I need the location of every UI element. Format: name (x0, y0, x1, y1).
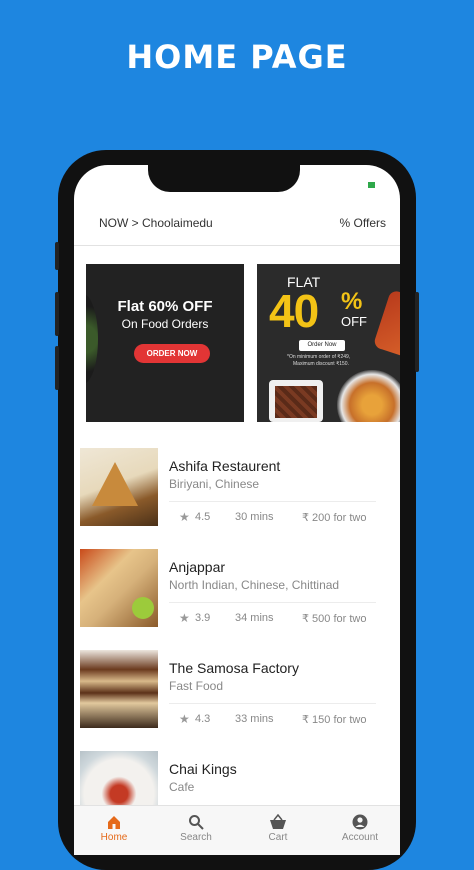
banner-title: Flat 60% OFF (117, 298, 213, 315)
banner-bowl-image (337, 370, 400, 422)
restaurant-name: Ashifa Restaurent (169, 458, 281, 474)
location-selector[interactable]: NOW > Choolaimedu (99, 216, 213, 230)
restaurant-cuisine: North Indian, Chinese, Chittinad (169, 578, 340, 592)
home-icon (84, 814, 144, 832)
restaurant-thumbnail (80, 650, 158, 728)
delivery-time: 30 mins (235, 511, 274, 523)
banner-discount-number: 40 (269, 285, 319, 337)
tab-search[interactable]: Search (166, 814, 226, 843)
tab-label: Search (180, 832, 212, 843)
offers-link[interactable]: % Offers (340, 216, 386, 230)
banner-fine-print: *On minimum order of ₹249, (287, 354, 351, 360)
restaurant-meta: ★ 3.9 34 mins ₹ 500 for two (169, 602, 376, 627)
restaurant-name: The Samosa Factory (169, 660, 299, 676)
banner-subtitle: On Food Orders (121, 317, 209, 331)
phone-side-button (55, 242, 59, 270)
delivery-time: 34 mins (235, 612, 274, 624)
cart-icon (248, 813, 308, 832)
promo-banner-40[interactable]: FLAT 40 % OFF Order Now *On minimum orde… (257, 264, 400, 422)
restaurant-card[interactable]: Anjappar North Indian, Chinese, Chittina… (80, 549, 394, 639)
price-for-two: ₹ 150 for two (302, 714, 367, 726)
account-icon (330, 814, 390, 832)
phone-volume-up (55, 292, 59, 336)
battery-icon (368, 182, 375, 188)
restaurant-thumbnail (80, 448, 158, 526)
phone-volume-down (55, 346, 59, 390)
tab-home[interactable]: Home (84, 814, 144, 843)
banner-fine-print: Maximum discount ₹150. (293, 361, 349, 367)
tab-cart[interactable]: Cart (248, 813, 308, 843)
delivery-time: 33 mins (235, 713, 274, 725)
order-now-button[interactable]: ORDER NOW (134, 344, 210, 363)
tab-label: Account (341, 832, 379, 843)
order-now-button[interactable]: Order Now (299, 340, 345, 351)
banner-off-label: OFF (341, 314, 367, 329)
price-for-two: ₹ 500 for two (302, 613, 367, 625)
banner-percent: % (341, 288, 363, 315)
restaurant-card[interactable]: The Samosa Factory Fast Food ★ 4.3 33 mi… (80, 650, 394, 740)
restaurant-meta: ★ 4.3 33 mins ₹ 150 for two (169, 703, 376, 728)
banner-plate-food (275, 386, 317, 418)
price-for-two: ₹ 200 for two (302, 512, 367, 524)
restaurant-rating: 4.3 (195, 713, 211, 725)
tab-label: Home (100, 832, 128, 843)
banner-dish-image (372, 289, 400, 359)
top-bar: NOW > Choolaimedu % Offers (74, 205, 400, 246)
restaurant-rating: 4.5 (195, 511, 211, 523)
restaurant-cuisine: Fast Food (169, 679, 224, 693)
restaurant-cuisine: Biriyani, Chinese (169, 477, 260, 491)
star-icon: ★ (179, 510, 190, 524)
tab-account[interactable]: Account (330, 814, 390, 843)
restaurant-cuisine: Cafe (169, 780, 195, 794)
bottom-tab-bar: Home Search Cart Account (74, 805, 400, 855)
promo-banner-60[interactable]: Flat 60% OFF On Food Orders ORDER NOW (86, 264, 244, 422)
restaurant-rating: 3.9 (195, 612, 211, 624)
app-screen: NOW > Choolaimedu % Offers Flat 60% OFF … (74, 165, 400, 855)
page-heading: HOME PAGE (126, 38, 348, 76)
star-icon: ★ (179, 611, 190, 625)
search-icon (166, 814, 226, 832)
restaurant-meta: ★ 4.5 30 mins ₹ 200 for two (169, 501, 376, 526)
restaurant-name: Chai Kings (169, 761, 237, 777)
restaurant-card[interactable]: Ashifa Restaurent Biriyani, Chinese ★ 4.… (80, 448, 394, 538)
restaurant-name: Anjappar (169, 559, 226, 575)
star-icon: ★ (179, 712, 190, 726)
tab-label: Cart (268, 832, 288, 843)
restaurant-thumbnail (80, 549, 158, 627)
phone-notch (148, 150, 300, 192)
phone-power-button (415, 292, 419, 372)
